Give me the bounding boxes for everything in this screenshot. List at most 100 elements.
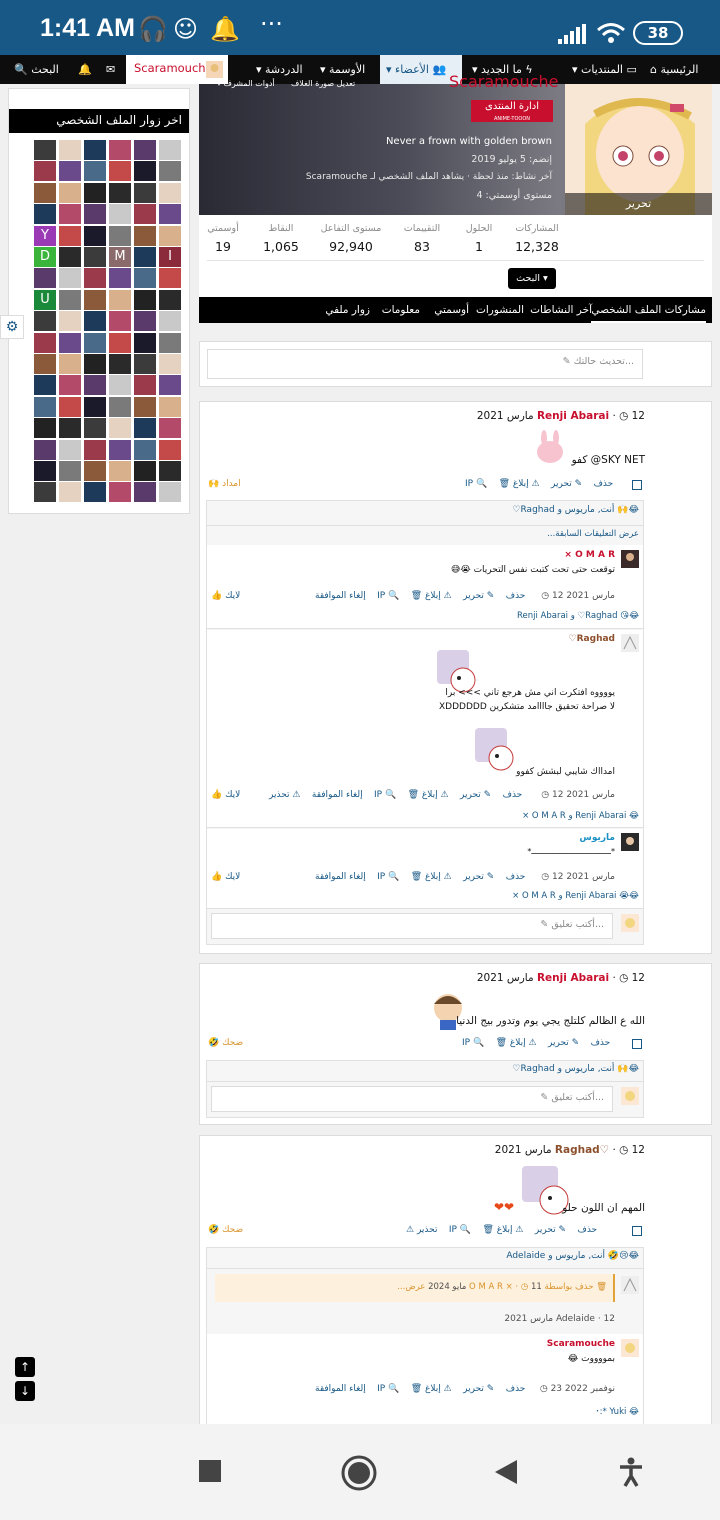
comment-reactors[interactable]: 😂 Yuki *:･ (595, 1405, 639, 1417)
profile-search-button[interactable]: البحث ▾ (508, 268, 556, 289)
write-comment-input[interactable]: ✎ أكتب تعليق... (211, 1086, 613, 1112)
comment-date[interactable]: ◷ 12 مارس 2021 (541, 872, 615, 882)
select-checkbox[interactable] (632, 1039, 642, 1049)
tab-posts[interactable]: المنشورات (476, 297, 524, 323)
mail-icon[interactable]: ✉ (106, 55, 115, 84)
visitor-avatar[interactable] (84, 461, 106, 481)
visitor-avatar[interactable] (109, 396, 131, 417)
visitor-avatar[interactable] (109, 204, 131, 225)
visitor-avatar[interactable] (59, 225, 81, 246)
visitor-avatar[interactable] (34, 161, 56, 182)
reactors[interactable]: 😂🙌 أنت, ماريوس و Raghad♡ (512, 1064, 639, 1074)
visitor-avatar[interactable] (134, 247, 156, 267)
visitor-avatar[interactable] (134, 439, 156, 460)
visitor-avatar[interactable]: D (34, 247, 56, 267)
visitor-avatar[interactable]: U (34, 289, 56, 310)
visitor-avatar[interactable] (109, 332, 131, 353)
tab-visitors[interactable]: زوار ملفي (325, 297, 370, 323)
visitor-avatar[interactable] (34, 396, 56, 417)
comment-author[interactable]: Raghad♡ (569, 634, 615, 644)
reaction-link[interactable]: 🤣 ضحك (208, 1038, 243, 1048)
visitor-avatar[interactable] (109, 418, 131, 439)
show-previous[interactable]: عرض التعليقات السابقة... (547, 529, 639, 539)
visitor-avatar[interactable] (84, 182, 106, 203)
visitor-avatar[interactable] (59, 418, 81, 439)
comment-date[interactable]: ◷ 12 مارس 2021 (541, 790, 615, 800)
visitor-avatar[interactable] (59, 268, 81, 289)
reactors[interactable]: 😂😢🤣 أنت, ماريوس و Adelaide (506, 1251, 639, 1261)
visitor-avatar[interactable] (34, 375, 56, 396)
raghad-avatar[interactable] (621, 634, 639, 652)
visitor-avatar[interactable] (84, 418, 106, 439)
visitor-avatar[interactable] (134, 482, 156, 503)
visitor-avatar[interactable] (59, 396, 81, 417)
visitor-avatar[interactable] (84, 375, 106, 396)
visitor-avatar[interactable] (109, 311, 131, 332)
visitor-avatar[interactable] (34, 332, 56, 353)
visitor-avatar[interactable] (84, 332, 106, 353)
tab-badges[interactable]: أوسمتي (434, 297, 469, 323)
visitor-avatar[interactable] (59, 182, 81, 203)
visitor-avatar[interactable] (59, 482, 81, 503)
marius-avatar[interactable] (621, 833, 639, 851)
visitor-avatar[interactable] (159, 311, 181, 332)
post-author[interactable]: Renji Abarai (537, 410, 609, 422)
visitor-avatar[interactable] (84, 396, 106, 417)
post-author[interactable]: Raghad♡ (555, 1144, 609, 1156)
visitor-avatar[interactable] (159, 482, 181, 503)
visitor-avatar[interactable] (134, 140, 156, 160)
reaction-link[interactable]: 🙌 امداد (208, 479, 241, 489)
visitor-avatar[interactable] (134, 375, 156, 396)
visitor-avatar[interactable] (134, 268, 156, 289)
visitor-avatar[interactable] (159, 140, 181, 160)
visitor-avatar[interactable] (34, 418, 56, 439)
visitor-avatar[interactable] (109, 375, 131, 396)
reactors[interactable]: 😂🙌 أنت, ماريوس و Raghad♡ (512, 505, 639, 515)
visitor-avatar[interactable] (34, 439, 56, 460)
like-button[interactable]: 👍 لايك (211, 591, 240, 601)
deleted-show[interactable]: عرض... (397, 1282, 425, 1292)
visitor-avatar[interactable] (34, 182, 56, 203)
comment-author[interactable]: O M A R × (564, 550, 615, 560)
visitor-avatar[interactable] (159, 268, 181, 289)
visitor-avatar[interactable] (84, 311, 106, 332)
visitor-avatar[interactable] (34, 204, 56, 225)
visitor-avatar[interactable] (84, 439, 106, 460)
comment-date[interactable]: ◷ 23 نوفمبر 2022 (540, 1384, 615, 1394)
tab-info[interactable]: معلومات (382, 297, 420, 323)
visitor-avatar[interactable] (159, 332, 181, 353)
visitor-avatar[interactable] (84, 247, 106, 267)
visitor-avatar[interactable] (109, 140, 131, 160)
comment-reactors[interactable]: 😂 Renji Abarai و O M A R × (522, 811, 639, 821)
visitor-avatar[interactable]: M (109, 247, 131, 267)
visitor-avatar[interactable] (34, 482, 56, 503)
visitor-avatar[interactable] (59, 354, 81, 374)
visitor-avatar[interactable] (84, 289, 106, 310)
visitor-avatar[interactable] (59, 161, 81, 182)
visitor-avatar[interactable] (159, 396, 181, 417)
visitor-avatar[interactable] (84, 161, 106, 182)
tab-profile-posts[interactable]: مشاركات الملف الشخصي (591, 297, 706, 323)
visitor-avatar[interactable] (34, 354, 56, 374)
visitor-avatar[interactable] (109, 461, 131, 481)
visitor-avatar[interactable] (84, 140, 106, 160)
visitor-avatar[interactable] (134, 161, 156, 182)
comment-author[interactable]: Scaramouche (547, 1339, 615, 1349)
omar-avatar[interactable] (621, 550, 639, 568)
visitor-avatar[interactable] (159, 225, 181, 246)
cover-edit[interactable]: تعديل صورة الغلاف (291, 79, 355, 88)
comment-author[interactable]: ماريوس (579, 833, 615, 843)
home-icon[interactable] (340, 1454, 378, 1492)
visitor-avatar[interactable] (84, 482, 106, 503)
visitor-avatar[interactable] (59, 289, 81, 310)
visitor-avatar[interactable] (59, 375, 81, 396)
comment-date[interactable]: ◷ 12 مارس 2021 (541, 591, 615, 601)
visitor-avatar[interactable] (34, 461, 56, 481)
visitor-avatar[interactable] (159, 204, 181, 225)
visitor-avatar[interactable] (34, 140, 56, 160)
recents-icon[interactable] (199, 1460, 221, 1482)
visitor-avatar[interactable] (109, 225, 131, 246)
visitor-avatar[interactable] (59, 461, 81, 481)
visitor-avatar[interactable] (109, 182, 131, 203)
visitor-avatar[interactable] (159, 161, 181, 182)
